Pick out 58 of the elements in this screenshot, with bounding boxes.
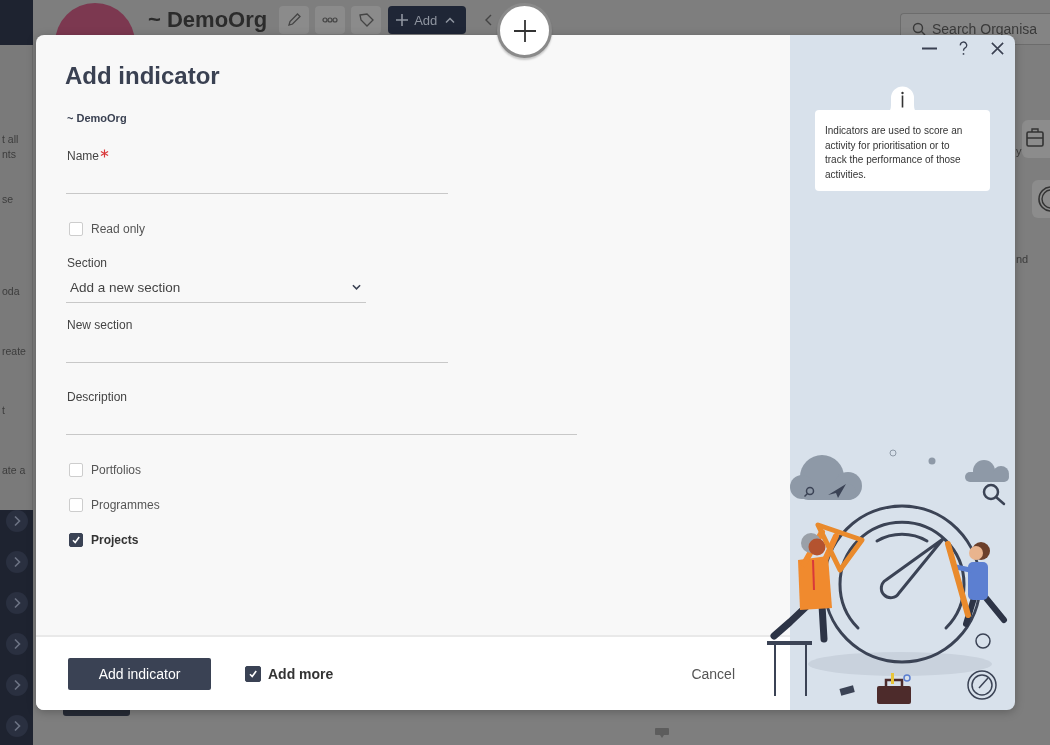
comment-icon[interactable] xyxy=(655,728,669,738)
caret-icon xyxy=(445,17,456,23)
tag-icon[interactable] xyxy=(351,6,382,34)
chevron-icon[interactable] xyxy=(5,715,28,737)
checkbox[interactable] xyxy=(245,665,261,682)
chevron-icon[interactable] xyxy=(5,592,28,614)
section-dropdown[interactable]: Add a new section xyxy=(66,272,366,303)
search-icon xyxy=(912,22,926,36)
close-icon[interactable] xyxy=(990,40,1005,56)
dialog-title: Add indicator xyxy=(65,61,220,91)
chevron-icon[interactable] xyxy=(5,510,28,532)
help-icon[interactable] xyxy=(959,40,968,56)
cloud-drawing xyxy=(790,455,862,500)
add-indicator-button[interactable]: Add indicator xyxy=(68,657,211,690)
chevron-icon[interactable] xyxy=(5,633,28,655)
checkbox-label: Add more xyxy=(268,665,334,682)
ring-icon xyxy=(975,633,991,649)
page-text: nd xyxy=(1015,253,1030,266)
add-button[interactable]: Add xyxy=(388,6,467,34)
gauge-icon xyxy=(967,670,997,700)
page-title: ~ DemoOrg xyxy=(148,7,268,33)
checkbox-label: Portfolios xyxy=(91,463,142,477)
panel-text: se xyxy=(1,192,15,207)
pencil-icon[interactable] xyxy=(279,6,310,34)
more-icon[interactable] xyxy=(315,6,346,34)
panel-text: nts xyxy=(1,147,17,162)
paper-plane-icon xyxy=(828,484,846,498)
panel-text: t all xyxy=(1,132,20,147)
plus-icon xyxy=(512,18,537,43)
checkbox-label: Programmes xyxy=(91,498,160,512)
panel-text: t xyxy=(1,403,6,418)
briefcase-icon[interactable] xyxy=(1021,120,1050,158)
dot-icon xyxy=(928,457,936,465)
checkbox-label: Read only xyxy=(91,222,146,236)
cancel-button[interactable]: Cancel xyxy=(691,665,735,682)
chevron-icon[interactable] xyxy=(484,14,493,26)
organisation-name: ~ DemoOrg xyxy=(67,111,127,125)
panel-text: ate a xyxy=(1,463,27,478)
checkbox[interactable] xyxy=(69,533,83,547)
field-label: Name xyxy=(67,148,99,165)
plus-icon xyxy=(396,14,409,26)
field-label: Description xyxy=(67,389,128,406)
checkmark-icon xyxy=(248,668,258,679)
ring-icon xyxy=(889,449,897,457)
field-label: New section xyxy=(67,317,133,334)
panel-text: reate xyxy=(1,344,27,359)
panel-text: oda xyxy=(1,284,21,299)
search-icon xyxy=(803,486,815,498)
page-text: y xyxy=(1015,145,1022,158)
chevron-icon[interactable] xyxy=(5,674,28,696)
search-icon xyxy=(982,483,1006,506)
info-text: Indicators are used to score an activity for prioritisation or to track the performance of those activities. xyxy=(825,124,964,182)
chevron-icon[interactable] xyxy=(5,551,28,573)
cloud-drawing xyxy=(965,460,1009,482)
field-label: Section xyxy=(67,255,108,272)
checkmark-icon xyxy=(71,535,81,545)
chevron-down-icon xyxy=(352,284,361,290)
checkbox-label: Projects xyxy=(91,533,139,547)
